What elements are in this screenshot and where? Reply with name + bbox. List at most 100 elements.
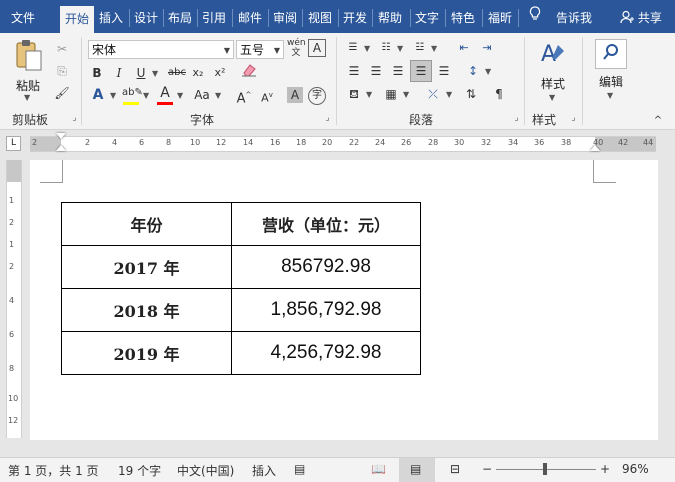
paste-button[interactable]: 粘贴 ▼: [10, 39, 46, 105]
multilevel-list-dropdown-icon[interactable]: ▼: [431, 44, 437, 53]
character-border-icon[interactable]: A: [308, 39, 326, 57]
zoom-in-button[interactable]: +: [600, 462, 610, 476]
tab-help[interactable]: 帮助: [374, 5, 406, 31]
table-header-cell[interactable]: 营收（单位：元）: [231, 202, 421, 246]
highlight-dropdown-icon[interactable]: ▼: [143, 91, 149, 100]
multilevel-list-icon[interactable]: ☳: [412, 38, 428, 58]
cut-icon[interactable]: ✂: [53, 39, 71, 59]
change-case-dropdown-icon[interactable]: ▼: [215, 91, 221, 100]
tab-foxit[interactable]: 福昕: [484, 5, 516, 31]
hanging-indent-marker[interactable]: [56, 145, 66, 151]
table-cell-year[interactable]: 2018 年: [61, 288, 232, 332]
format-painter-icon[interactable]: 🖌: [53, 83, 71, 103]
borders-dropdown-icon[interactable]: ▼: [403, 90, 409, 99]
underline-button[interactable]: U: [133, 63, 149, 83]
grow-font-icon[interactable]: A^: [235, 85, 253, 106]
print-layout-icon[interactable]: ▤: [410, 462, 421, 476]
table-cell-revenue[interactable]: 856792.98: [231, 245, 421, 289]
shading-dropdown-icon[interactable]: ▼: [366, 90, 372, 99]
tab-design[interactable]: 设计: [131, 5, 161, 31]
strikethrough-button[interactable]: abc: [166, 63, 188, 83]
table-cell-year[interactable]: 2019 年: [61, 331, 232, 375]
right-indent-marker[interactable]: [590, 145, 600, 151]
language-indicator[interactable]: 中文(中国): [177, 462, 234, 479]
tab-stop-selector[interactable]: L: [6, 136, 21, 151]
shading-icon[interactable]: ⛾: [345, 84, 363, 104]
align-right-icon[interactable]: ☰: [389, 61, 407, 81]
table-cell-revenue[interactable]: 4,256,792.98: [231, 331, 421, 375]
show-marks-icon[interactable]: ¶: [490, 84, 508, 104]
revenue-table[interactable]: 年份 营收（单位：元） 2017 年 856792.98 2018 年 1,85…: [61, 202, 421, 375]
zoom-slider-thumb[interactable]: [543, 463, 547, 475]
decrease-indent-icon[interactable]: ⇤: [455, 38, 473, 58]
chinese-layout-icon[interactable]: ⤫: [422, 84, 444, 104]
copy-icon[interactable]: ⎘: [53, 61, 71, 81]
styles-button[interactable]: A 样式 ▼: [533, 39, 573, 105]
enclose-characters-icon[interactable]: 字: [308, 87, 326, 105]
tab-insert[interactable]: 插入: [96, 5, 126, 31]
superscript-button[interactable]: x²: [212, 63, 228, 83]
editing-dropdown-icon[interactable]: ▼: [607, 91, 613, 100]
sort-icon[interactable]: ⇅: [462, 84, 480, 104]
font-color-dropdown-icon[interactable]: ▼: [177, 91, 183, 100]
bullets-icon[interactable]: ☰: [345, 38, 361, 58]
align-center-icon[interactable]: ☰: [367, 61, 385, 81]
tab-text[interactable]: 文字: [412, 5, 442, 31]
justify-icon[interactable]: ☰: [410, 60, 432, 82]
table-cell-year[interactable]: 2017 年: [61, 245, 232, 289]
line-spacing-dropdown-icon[interactable]: ▼: [485, 67, 491, 76]
subscript-button[interactable]: x₂: [190, 63, 206, 83]
font-name-combo[interactable]: 宋体 ▼: [88, 40, 234, 59]
styles-dropdown-icon[interactable]: ▼: [549, 93, 555, 102]
character-shading-icon[interactable]: A: [287, 87, 303, 103]
distributed-icon[interactable]: ☰: [435, 61, 453, 81]
page-count[interactable]: 第 1 页，共 1 页: [8, 462, 99, 479]
italic-button[interactable]: I: [111, 63, 127, 83]
align-left-icon[interactable]: ☰: [345, 61, 363, 81]
table-header-cell[interactable]: 年份: [61, 202, 232, 246]
bullets-dropdown-icon[interactable]: ▼: [364, 44, 370, 53]
clear-formatting-icon[interactable]: [240, 63, 258, 83]
tab-review[interactable]: 审阅: [270, 5, 300, 31]
tab-view[interactable]: 视图: [304, 5, 336, 31]
editing-button[interactable]: 编辑 ▼: [591, 39, 631, 109]
text-effects-icon[interactable]: A: [89, 85, 107, 105]
tab-developer[interactable]: 开发: [340, 5, 370, 31]
paste-dropdown-icon[interactable]: ▼: [24, 93, 30, 102]
read-mode-icon[interactable]: 📖: [371, 462, 386, 476]
tab-home[interactable]: 开始: [60, 6, 94, 33]
web-layout-icon[interactable]: ⊟: [450, 462, 460, 476]
share-button[interactable]: 共享: [620, 5, 675, 31]
horizontal-ruler[interactable]: 2 2 4 6 8 10 12 14 16 18 20 22 24 26 28 …: [30, 133, 656, 152]
macro-recording-icon[interactable]: ▤: [294, 462, 305, 476]
vertical-ruler[interactable]: 1 2 1 2 4 6 8 10 12: [6, 160, 22, 438]
shrink-font-icon[interactable]: Av: [258, 85, 276, 105]
paragraph-launcher-icon[interactable]: ⌟: [512, 114, 521, 123]
increase-indent-icon[interactable]: ⇥: [478, 38, 496, 58]
clipboard-launcher-icon[interactable]: ⌟: [70, 114, 79, 123]
phonetic-guide-icon[interactable]: wén 文: [287, 38, 306, 58]
borders-icon[interactable]: ▦: [382, 84, 400, 104]
insert-mode-indicator[interactable]: 插入: [252, 462, 276, 479]
bold-button[interactable]: B: [89, 63, 105, 83]
first-line-indent-marker[interactable]: [56, 133, 66, 139]
tab-layout[interactable]: 布局: [165, 5, 195, 31]
text-effects-dropdown-icon[interactable]: ▼: [110, 91, 116, 100]
styles-launcher-icon[interactable]: ⌟: [569, 114, 578, 123]
change-case-button[interactable]: Aa: [191, 85, 213, 105]
font-launcher-icon[interactable]: ⌟: [323, 114, 332, 123]
zoom-level[interactable]: 96%: [622, 462, 649, 476]
numbering-icon[interactable]: ☷: [378, 38, 394, 58]
collapse-ribbon-icon[interactable]: ^: [651, 111, 665, 131]
tab-references[interactable]: 引用: [199, 5, 229, 31]
lightbulb-icon[interactable]: [527, 5, 543, 31]
line-spacing-icon[interactable]: ↕: [464, 61, 482, 81]
numbering-dropdown-icon[interactable]: ▼: [397, 44, 403, 53]
chinese-layout-dropdown-icon[interactable]: ▼: [446, 90, 452, 99]
underline-dropdown-icon[interactable]: ▼: [152, 69, 158, 78]
tell-me-search[interactable]: 告诉我: [552, 5, 596, 31]
document-page[interactable]: 年份 营收（单位：元） 2017 年 856792.98 2018 年 1,85…: [30, 160, 658, 440]
zoom-out-button[interactable]: −: [482, 462, 492, 476]
font-size-combo[interactable]: 五号 ▼: [236, 40, 284, 59]
font-color-icon[interactable]: A: [156, 83, 174, 103]
